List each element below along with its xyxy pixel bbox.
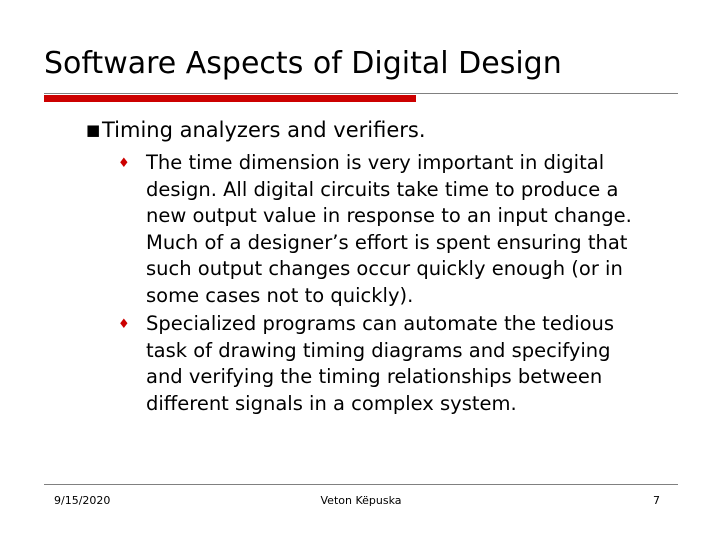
- page-title: Software Aspects of Digital Design: [44, 46, 562, 81]
- footer-page-number: 7: [653, 494, 660, 507]
- title-divider: [44, 93, 678, 94]
- diamond-bullet-icon: ♦: [118, 156, 130, 171]
- heading-bullet-label: Timing analyzers and verifiers.: [102, 118, 426, 142]
- list-item: ♦ The time dimension is very important i…: [118, 150, 678, 309]
- list-item-text: Specialized programs can automate the te…: [146, 312, 615, 415]
- square-bullet-icon: ■: [86, 121, 101, 139]
- footer-divider: [44, 484, 678, 485]
- slide: Software Aspects of Digital Design ■ Tim…: [0, 0, 720, 540]
- slide-footer: 9/15/2020 Veton Këpuska 7: [44, 494, 678, 514]
- diamond-bullet-icon: ♦: [118, 317, 130, 332]
- list-item-text: The time dimension is very important in …: [146, 151, 632, 307]
- footer-author: Veton Këpuska: [320, 494, 402, 507]
- title-accent-bar: [44, 95, 416, 102]
- heading-bullet-item: ■ Timing analyzers and verifiers.: [86, 115, 686, 145]
- sub-bullet-list: ♦ The time dimension is very important i…: [118, 150, 678, 419]
- list-item: ♦ Specialized programs can automate the …: [118, 311, 678, 417]
